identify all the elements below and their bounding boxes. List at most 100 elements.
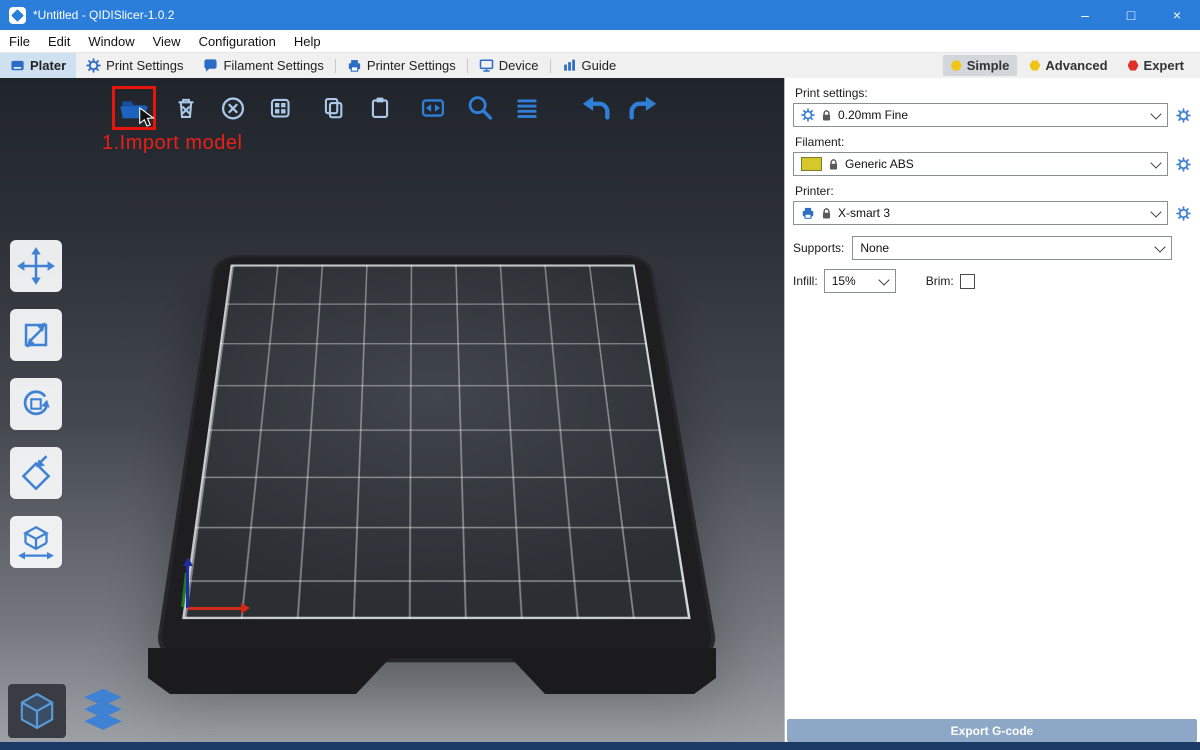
print-settings-value: 0.20mm Fine xyxy=(838,108,908,122)
export-gcode-button[interactable]: Export G-code xyxy=(787,719,1197,742)
redo-button[interactable] xyxy=(624,89,662,127)
tab-device[interactable]: Device xyxy=(469,53,549,79)
filament-label: Filament: xyxy=(795,135,1192,149)
viewport-3d[interactable]: 1.Import model xyxy=(0,78,785,742)
printer-combo[interactable]: X-smart 3 xyxy=(793,201,1168,225)
gear-icon xyxy=(801,108,815,122)
supports-value: None xyxy=(860,241,889,255)
close-button[interactable]: × xyxy=(1154,0,1200,30)
mode-advanced[interactable]: Advanced xyxy=(1021,55,1115,76)
scale-tool-button[interactable] xyxy=(10,309,62,361)
supports-combo[interactable]: None xyxy=(852,236,1172,260)
preview-view-button[interactable] xyxy=(76,684,130,738)
arrange-icon xyxy=(263,91,297,125)
move-tool-button[interactable] xyxy=(10,240,62,292)
variable-layer-height-icon xyxy=(510,91,544,125)
bottom-status-strip xyxy=(0,742,1200,750)
split-objects-button[interactable] xyxy=(414,89,452,127)
tabbar: Plater Print Settings Filament Settings … xyxy=(0,52,1200,78)
menu-view[interactable]: View xyxy=(144,30,190,52)
guide-icon xyxy=(562,58,577,73)
titlebar: *Untitled - QIDISlicer-1.0.2 – □ × xyxy=(0,0,1200,30)
device-icon xyxy=(479,58,494,73)
maximize-button[interactable]: □ xyxy=(1108,0,1154,30)
tab-print-settings[interactable]: Print Settings xyxy=(76,53,193,79)
tab-separator xyxy=(467,59,468,73)
delete-icon xyxy=(169,91,203,125)
delete-all-button[interactable] xyxy=(214,89,252,127)
chevron-down-icon xyxy=(1150,206,1161,217)
print-settings-label: Print settings: xyxy=(795,86,1192,100)
rotate-tool-button[interactable] xyxy=(10,378,62,430)
measure-icon xyxy=(15,521,57,563)
simple-mode-icon xyxy=(951,60,962,71)
delete-button[interactable] xyxy=(167,89,205,127)
settings-sidebar: Print settings: 0.20mm Fine Filament: Ge… xyxy=(785,78,1200,742)
search-button[interactable] xyxy=(461,89,499,127)
chevron-down-icon xyxy=(1150,108,1161,119)
mouse-cursor-icon xyxy=(137,106,157,128)
brim-checkbox[interactable] xyxy=(960,274,975,289)
tab-printer-settings[interactable]: Printer Settings xyxy=(337,53,466,79)
viewport-toolbar xyxy=(112,86,662,130)
filament-row: Generic ABS xyxy=(793,152,1192,176)
paste-icon xyxy=(363,91,397,125)
infill-value: 15% xyxy=(832,274,856,288)
menu-configuration[interactable]: Configuration xyxy=(190,30,285,52)
printer-label: Printer: xyxy=(795,184,1192,198)
scale-icon xyxy=(15,314,57,356)
edit-filament-button[interactable] xyxy=(1174,155,1192,173)
advanced-mode-icon xyxy=(1029,60,1040,71)
infill-combo[interactable]: 15% xyxy=(824,269,896,293)
filament-combo[interactable]: Generic ABS xyxy=(793,152,1168,176)
menu-window[interactable]: Window xyxy=(79,30,143,52)
axis-x-indicator xyxy=(188,607,242,610)
chevron-down-icon xyxy=(878,274,889,285)
print-settings-combo[interactable]: 0.20mm Fine xyxy=(793,103,1168,127)
tab-plater[interactable]: Plater xyxy=(0,53,76,79)
filament-icon xyxy=(203,58,218,73)
gear-icon xyxy=(1176,157,1191,172)
3d-editor-view-button[interactable] xyxy=(8,684,66,738)
tab-filament-settings[interactable]: Filament Settings xyxy=(193,53,333,79)
menu-help[interactable]: Help xyxy=(285,30,330,52)
undo-icon xyxy=(578,91,614,125)
move-icon xyxy=(15,245,57,287)
supports-row: Supports: None xyxy=(793,236,1192,260)
measure-tool-button[interactable] xyxy=(10,516,62,568)
printer-icon xyxy=(801,206,815,220)
edit-print-settings-button[interactable] xyxy=(1174,106,1192,124)
infill-brim-row: Infill: 15% Brim: xyxy=(793,269,1192,293)
import-model-callout: 1.Import model xyxy=(102,132,242,155)
mode-simple[interactable]: Simple xyxy=(943,55,1018,76)
copy-button[interactable] xyxy=(314,89,352,127)
lock-icon xyxy=(828,158,839,171)
mode-expert[interactable]: Expert xyxy=(1120,55,1192,76)
plater-icon xyxy=(10,58,25,73)
search-icon xyxy=(463,91,497,125)
import-model-button[interactable] xyxy=(112,86,156,130)
edit-printer-button[interactable] xyxy=(1174,204,1192,222)
place-on-face-tool-button[interactable] xyxy=(10,447,62,499)
menu-file[interactable]: File xyxy=(0,30,39,52)
supports-label: Supports: xyxy=(793,241,844,255)
filament-color-swatch xyxy=(801,157,822,171)
split-objects-icon xyxy=(416,91,450,125)
printer-icon xyxy=(347,58,362,73)
arrange-button[interactable] xyxy=(261,89,299,127)
tab-guide[interactable]: Guide xyxy=(552,53,627,79)
minimize-button[interactable]: – xyxy=(1062,0,1108,30)
filament-value: Generic ABS xyxy=(845,157,914,171)
undo-button[interactable] xyxy=(577,89,615,127)
paste-button[interactable] xyxy=(361,89,399,127)
infill-label: Infill: xyxy=(793,274,818,288)
delete-all-icon xyxy=(216,91,250,125)
redo-icon xyxy=(625,91,661,125)
bed-grid xyxy=(182,265,691,620)
chevron-down-icon xyxy=(1154,241,1165,252)
menu-edit[interactable]: Edit xyxy=(39,30,79,52)
variable-layer-height-button[interactable] xyxy=(508,89,546,127)
view-toggles xyxy=(8,684,130,738)
gear-icon xyxy=(1176,206,1191,221)
printer-value: X-smart 3 xyxy=(838,206,890,220)
